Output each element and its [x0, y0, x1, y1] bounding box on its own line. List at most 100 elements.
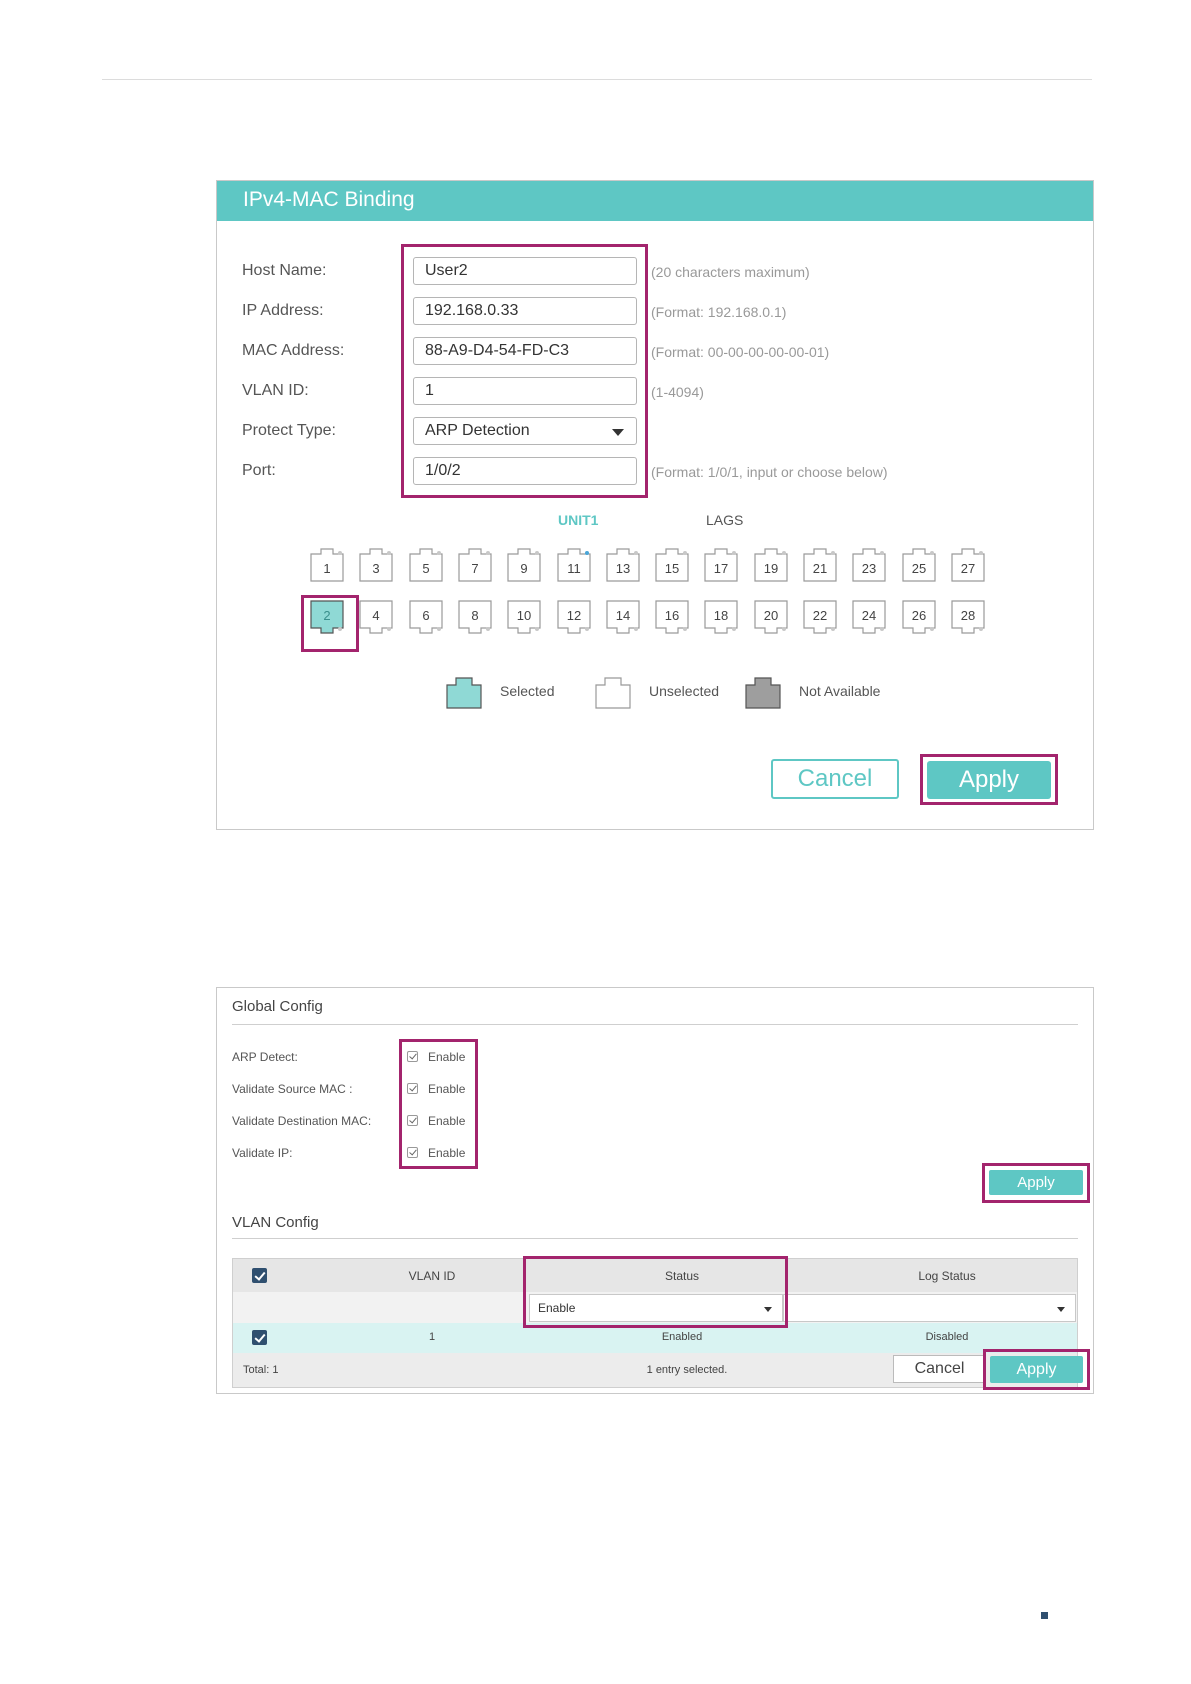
port-number: 1	[323, 561, 331, 576]
port-number: 18	[713, 608, 729, 623]
highlight-box-global-apply	[982, 1163, 1090, 1203]
port-3[interactable]: 3	[359, 548, 393, 582]
highlight-box-global-options	[399, 1039, 478, 1169]
mac-address-label: MAC Address:	[242, 342, 345, 359]
unit1-label: UNIT1	[558, 512, 599, 528]
log-status-filter-select[interactable]	[783, 1294, 1076, 1322]
chevron-down-icon	[1057, 1307, 1065, 1312]
port-1[interactable]: 1	[310, 548, 344, 582]
port-number: 16	[664, 608, 680, 623]
legend-selected-label: Selected	[500, 683, 555, 699]
port-25[interactable]: 25	[902, 548, 936, 582]
port-number: 19	[763, 561, 779, 576]
row-status: Enabled	[661, 1331, 703, 1343]
port-number: 11	[567, 561, 581, 576]
port-26[interactable]: 26	[902, 600, 936, 634]
table-cancel-button[interactable]: Cancel	[893, 1355, 986, 1383]
port-number: 28	[960, 608, 976, 623]
port-number: 25	[911, 561, 927, 576]
ip-address-label: IP Address:	[242, 302, 324, 319]
port-15[interactable]: 15	[655, 548, 689, 582]
arp-config-panel: Global Config ARP Detect: Validate Sourc…	[216, 987, 1094, 1394]
protect-type-label: Protect Type:	[242, 422, 336, 439]
port-5[interactable]: 5	[409, 548, 443, 582]
highlight-box-port	[301, 595, 359, 652]
highlight-box-table-apply	[983, 1349, 1090, 1390]
lags-label: LAGS	[706, 512, 744, 528]
port-number: 9	[520, 561, 528, 576]
port-number: 17	[713, 561, 729, 576]
panel-title: IPv4-MAC Binding	[243, 188, 415, 211]
port-20[interactable]: 20	[754, 600, 788, 634]
highlight-box-apply	[920, 754, 1058, 805]
port-22[interactable]: 22	[803, 600, 837, 634]
port-number: 7	[471, 561, 479, 576]
panel-header: IPv4-MAC Binding	[217, 181, 1093, 221]
port-number: 21	[812, 561, 828, 576]
validate-destination-mac-label: Validate Destination MAC:	[232, 1114, 372, 1128]
port-number: 26	[911, 608, 927, 623]
total-count: Total: 1	[243, 1364, 279, 1376]
port-number: 13	[615, 561, 631, 576]
global-config-title: Global Config	[232, 998, 323, 1015]
selected-port-legend-icon	[446, 677, 482, 709]
port-24[interactable]: 24	[852, 600, 886, 634]
host-name-hint: (20 characters maximum)	[651, 264, 810, 280]
vlan-config-title: VLAN Config	[232, 1214, 319, 1231]
port-18[interactable]: 18	[704, 600, 738, 634]
row-checkbox[interactable]	[252, 1330, 267, 1345]
port-16[interactable]: 16	[655, 600, 689, 634]
port-number: 14	[615, 608, 631, 623]
port-10[interactable]: 10	[507, 600, 541, 634]
port-number: 27	[960, 561, 976, 576]
validate-source-mac-label: Validate Source MAC :	[232, 1082, 353, 1096]
cancel-button[interactable]: Cancel	[771, 759, 899, 799]
port-21[interactable]: 21	[803, 548, 837, 582]
port-12[interactable]: 12	[557, 600, 591, 634]
port-23[interactable]: 23	[852, 548, 886, 582]
port-6[interactable]: 6	[409, 600, 443, 634]
port-27[interactable]: 27	[951, 548, 985, 582]
port-number: 4	[372, 608, 380, 623]
port-17[interactable]: 17	[704, 548, 738, 582]
port-number: 22	[812, 608, 828, 623]
global-config-divider	[232, 1024, 1078, 1025]
port-13[interactable]: 13	[606, 548, 640, 582]
port-7[interactable]: 7	[458, 548, 492, 582]
port-number: 5	[422, 561, 430, 576]
selection-info: 1 entry selected.	[646, 1364, 728, 1376]
header-vlan-id: VLAN ID	[408, 1269, 456, 1283]
port-4[interactable]: 4	[359, 600, 393, 634]
port-8[interactable]: 8	[458, 600, 492, 634]
port-number: 3	[372, 561, 380, 576]
header-log-status: Log Status	[918, 1269, 976, 1283]
port-number: 12	[566, 608, 582, 623]
row-log-status: Disabled	[925, 1331, 969, 1343]
page-marker	[1041, 1612, 1048, 1619]
select-all-checkbox[interactable]	[252, 1268, 267, 1283]
port-number: 8	[471, 608, 479, 623]
not-available-port-legend-icon	[745, 677, 781, 709]
port-label: Port:	[242, 462, 276, 479]
legend-unselected-label: Unselected	[649, 683, 720, 699]
arp-detect-label: ARP Detect:	[232, 1050, 298, 1064]
ipv4-mac-binding-panel: IPv4-MAC Binding Host Name: IP Address: …	[216, 180, 1094, 830]
port-19[interactable]: 19	[754, 548, 788, 582]
highlight-box-fields	[401, 244, 648, 498]
page-top-rule	[102, 79, 1092, 80]
port-number: 6	[422, 608, 430, 623]
port-9[interactable]: 9	[507, 548, 541, 582]
validate-ip-label: Validate IP:	[232, 1146, 293, 1160]
port-hint: (Format: 1/0/1, input or choose below)	[651, 464, 888, 480]
port-11[interactable]: 11	[557, 548, 591, 582]
port-number: 10	[516, 608, 532, 623]
port-number: 24	[861, 608, 877, 623]
unselected-port-legend-icon	[595, 677, 631, 709]
port-28[interactable]: 28	[951, 600, 985, 634]
host-name-label: Host Name:	[242, 262, 327, 279]
port-14[interactable]: 14	[606, 600, 640, 634]
ip-address-hint: (Format: 192.168.0.1)	[651, 304, 787, 320]
port-number: 20	[763, 608, 779, 623]
highlight-box-status-column	[523, 1256, 788, 1328]
legend-not-available-label: Not Available	[799, 683, 881, 699]
